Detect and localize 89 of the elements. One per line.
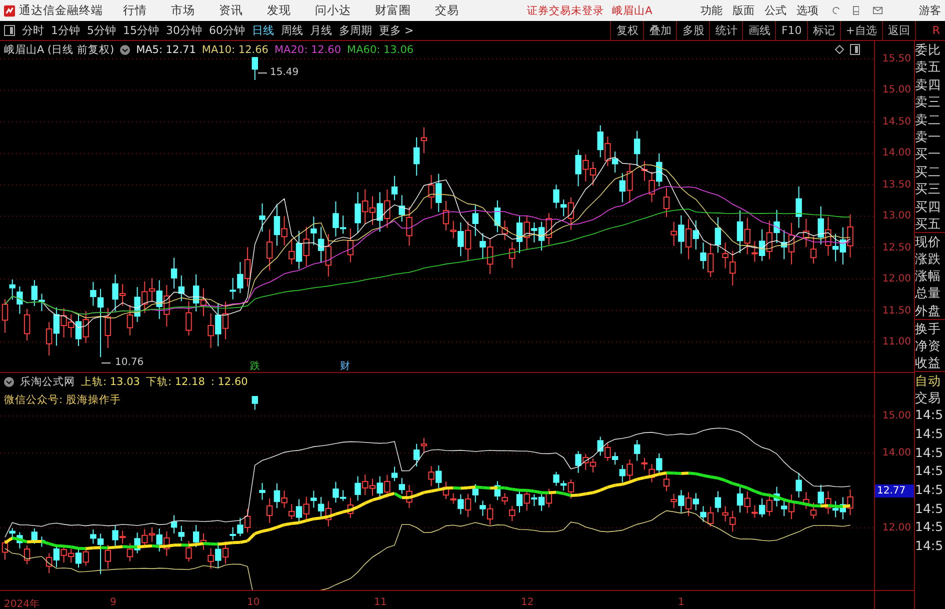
user-label[interactable]: 游客 xyxy=(918,3,941,18)
quote-label: 卖三 xyxy=(915,93,942,111)
event-marker[interactable]: 跌 xyxy=(250,359,260,373)
trade-time: 14:5 xyxy=(915,406,944,424)
date-label: 1 xyxy=(678,597,684,608)
period-tab[interactable]: 1分钟 xyxy=(51,23,80,38)
trade-time: 14:5 xyxy=(915,518,944,536)
quote-label: 买一 xyxy=(915,145,942,163)
menu-item[interactable]: 版面 xyxy=(732,3,754,18)
quote-label: 卖五 xyxy=(915,58,942,76)
trade-time: 14:5 xyxy=(915,537,944,556)
period-tab[interactable]: 30分钟 xyxy=(166,23,202,38)
price-tick: 15.50 xyxy=(882,54,911,64)
ma-value: MA10: 12.66 xyxy=(202,44,268,56)
date-label: 11 xyxy=(374,597,387,608)
period-tab[interactable]: 分时 xyxy=(22,23,44,38)
app-name: 通达信金融终端 xyxy=(19,3,100,18)
quote-label: 买五 xyxy=(915,214,942,232)
menu-item[interactable]: 行情 xyxy=(123,3,148,18)
auto-mode-label[interactable]: 自动 xyxy=(915,371,945,389)
quote-label: 涨跌 xyxy=(915,250,942,268)
price-tick: 11.00 xyxy=(882,336,911,348)
period-tab[interactable]: 更多 > xyxy=(379,23,414,38)
mid-band-value: : 12.60 xyxy=(210,376,248,388)
period-tab[interactable]: 周线 xyxy=(281,23,303,38)
quote-label: 卖二 xyxy=(915,110,942,128)
low-price-label: 10.76 xyxy=(115,357,144,368)
wechat-note: 微信公众号: 股海操作手 xyxy=(4,393,121,407)
quote-label: 现价 xyxy=(915,232,945,250)
menu-item[interactable]: 市场 xyxy=(171,3,196,18)
trade-time: 14:5 xyxy=(915,462,944,480)
price-tick: 15.00 xyxy=(882,84,911,96)
trade-label: 交易 xyxy=(915,388,942,406)
period-tab[interactable]: 多周期 xyxy=(339,23,372,38)
price-tick: 12.00 xyxy=(882,522,911,534)
menu-item[interactable]: 问小达 xyxy=(315,3,352,18)
ma-value: MA5: 12.71 xyxy=(136,44,196,56)
quote-label: 委比 xyxy=(915,41,942,58)
stock-name: 峨眉山A xyxy=(612,4,652,18)
quote-label: 卖一 xyxy=(915,128,942,146)
quote-label: 买二 xyxy=(915,162,942,180)
price-tick: 14.00 xyxy=(882,148,911,159)
period-tab[interactable]: 15分钟 xyxy=(123,23,159,38)
quote-label: 收益 xyxy=(915,354,942,372)
price-tick: 14.00 xyxy=(882,448,911,459)
period-tab[interactable]: 60分钟 xyxy=(209,23,245,38)
quote-label: 卖四 xyxy=(915,76,942,94)
menu-item[interactable]: 资讯 xyxy=(219,3,244,18)
period-tab[interactable]: 日线 xyxy=(252,23,274,38)
current-price-label: 12.77 xyxy=(875,484,914,498)
ma-value: MA60: 13.06 xyxy=(347,44,414,56)
ma-value: MA20: 12.60 xyxy=(274,44,342,56)
quote-label: 净资 xyxy=(915,336,942,354)
login-status: 证券交易未登录 xyxy=(527,4,604,18)
price-tick: 12.50 xyxy=(882,242,911,254)
quote-label: 外盘 xyxy=(915,302,942,320)
price-tick: 14.50 xyxy=(882,116,911,128)
menu-item[interactable]: 交易 xyxy=(435,3,460,18)
high-price-label: 15.49 xyxy=(270,67,299,78)
date-label: 10 xyxy=(247,597,260,608)
period-tab[interactable]: 5分钟 xyxy=(87,23,116,38)
quote-label: 换手 xyxy=(915,319,945,337)
menu-item[interactable]: 发现 xyxy=(267,3,292,18)
date-label: 12 xyxy=(521,597,534,608)
indicator-name: 乐淘公式网 xyxy=(20,375,75,389)
quote-label: 总量 xyxy=(915,284,942,302)
price-tick: 13.50 xyxy=(882,179,911,190)
price-tick: 15.00 xyxy=(882,410,911,422)
upper-band-value: 上轨: 13.03 xyxy=(81,375,140,389)
price-tick: 12.00 xyxy=(882,274,911,285)
trade-time: 14:5 xyxy=(915,500,944,518)
price-tick: 13.00 xyxy=(882,210,911,222)
menu-item[interactable]: 选项 xyxy=(796,3,818,18)
menu-item[interactable]: 公式 xyxy=(764,3,786,18)
quote-label: 买四 xyxy=(915,198,942,215)
menu-item[interactable]: 财富圈 xyxy=(375,3,412,18)
trade-time: 14:5 xyxy=(915,424,944,443)
quote-label: 买三 xyxy=(915,180,942,198)
event-marker[interactable]: 财 xyxy=(340,359,350,373)
menu-item[interactable]: 功能 xyxy=(700,3,722,18)
quote-label: 涨幅 xyxy=(915,267,942,284)
trade-time: 14:5 xyxy=(915,480,944,499)
date-label: 9 xyxy=(110,597,116,608)
period-tab[interactable]: 月线 xyxy=(310,23,332,38)
trade-time: 14:5 xyxy=(915,444,944,462)
price-tick: 11.50 xyxy=(882,305,911,316)
date-label: 2024年 xyxy=(4,598,40,609)
lower-band-value: 下轨: 12.18 xyxy=(146,375,205,389)
chart-title: 峨眉山A (日线 前复权) xyxy=(4,43,114,57)
